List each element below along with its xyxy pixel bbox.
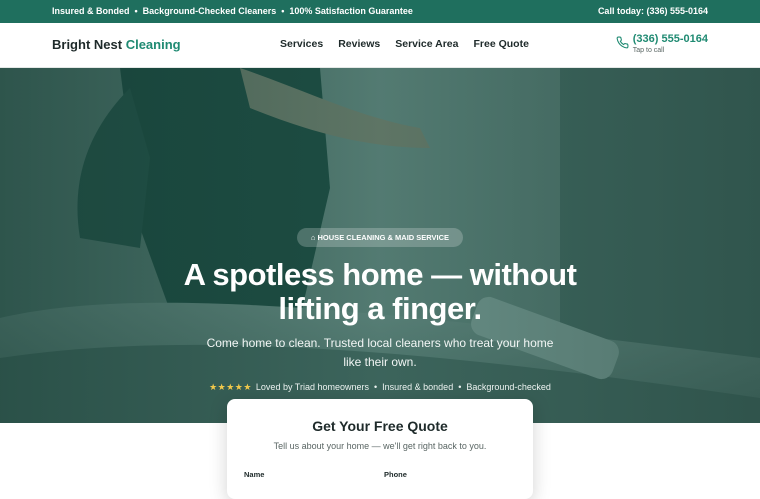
proof-loved: Loved by Triad homeowners (255, 382, 369, 392)
quote-form-card: Get Your Free Quote Tell us about your h… (227, 399, 533, 499)
hero-category-badge: ⌂ HOUSE CLEANING & MAID SERVICE (297, 228, 463, 247)
proof-background-checked: Background-checked (466, 382, 551, 392)
hero-subtitle: Come home to clean. Trusted local cleane… (206, 336, 554, 369)
nav-phone-number: (336) 555-0164 (632, 33, 708, 45)
hero-section: ⌂ HOUSE CLEANING & MAID SERVICE A spotle… (0, 68, 760, 423)
hero-social-proof: ★★★★★ Loved by Triad homeowners • Insured &… (150, 382, 610, 393)
brand-logo[interactable]: Bright Nest Cleaning (52, 37, 181, 52)
trust-list: Insured & Bonded • Background-Checked Clea… (52, 6, 413, 16)
separator: • (281, 6, 285, 16)
trust-background-checked: Background-Checked Cleaners (142, 6, 277, 16)
nav-links: Services Reviews Service Area Free Quote (280, 38, 544, 50)
quote-subtitle: Tell us about your home — we'll get righ… (273, 441, 487, 451)
nav-link-free-quote[interactable]: Free Quote (474, 38, 529, 50)
separator: • (373, 382, 378, 392)
nav-link-service-area[interactable]: Service Area (395, 38, 458, 50)
separator: • (458, 382, 462, 392)
main-navbar: Bright Nest Cleaning Services Reviews Se… (0, 23, 760, 68)
top-trust-bar: Insured & Bonded • Background-Checked Clea… (0, 0, 760, 23)
top-call-link[interactable]: Call today: (336) 555-0164 (598, 6, 708, 16)
quote-title: Get Your Free Quote (312, 418, 448, 434)
nav-link-reviews[interactable]: Reviews (338, 38, 380, 50)
trust-insured: Insured & Bonded (52, 6, 130, 16)
hero-headline: A spotless home — without lifting a fing… (183, 257, 577, 326)
brand-name: Bright Nest (52, 37, 123, 52)
trust-guarantee: 100% Satisfaction Guarantee (289, 6, 413, 16)
separator: • (134, 6, 138, 16)
nav-link-services[interactable]: Services (280, 38, 323, 50)
brand-accent: Cleaning (125, 37, 181, 52)
proof-insured: Insured & bonded (382, 382, 454, 392)
nav-phone-hint: Tap to call (632, 47, 665, 54)
phone-icon (616, 36, 629, 49)
nav-phone-button[interactable]: (336) 555-0164 Tap to call (616, 33, 708, 54)
star-rating-icon: ★★★★★ (209, 382, 252, 392)
